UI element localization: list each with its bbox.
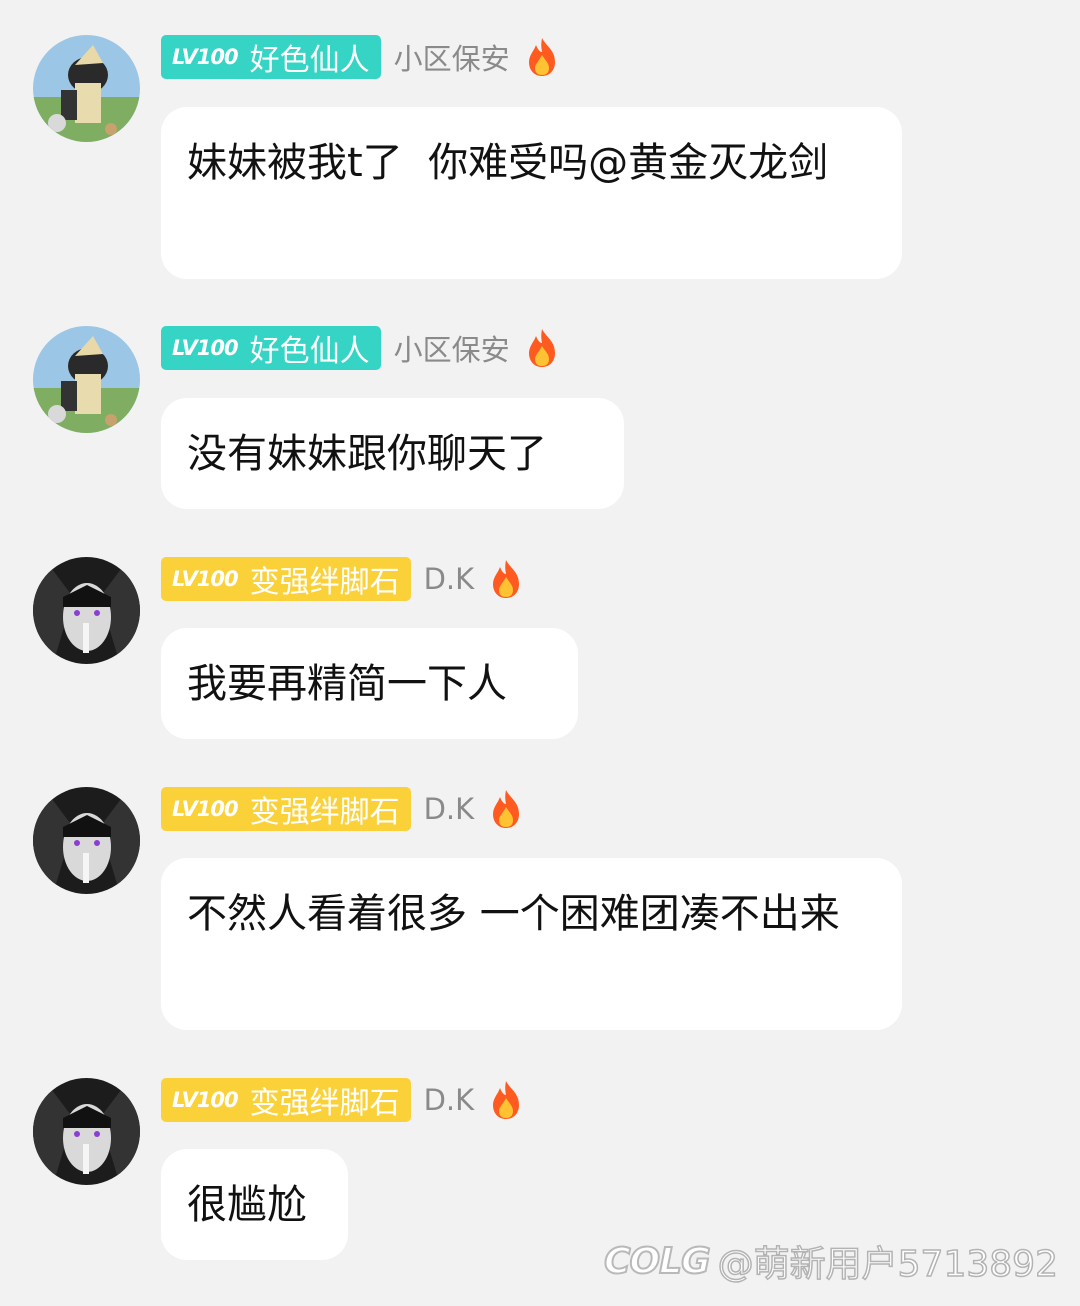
- fire-icon: [493, 560, 520, 598]
- anime-character-avatar-icon: [33, 35, 140, 142]
- message-bubble[interactable]: 妹妹被我t了 你难受吗@黄金灭龙剑: [161, 107, 902, 279]
- message-bubble[interactable]: 很尴尬: [161, 1149, 348, 1260]
- message-bubble[interactable]: 没有妹妹跟你聊天了: [161, 398, 624, 509]
- user-avatar[interactable]: [33, 35, 140, 142]
- message-header: LV100 好色仙人 小区保安: [161, 326, 560, 370]
- watermark-text: @萌新用户5713892: [717, 1243, 1059, 1286]
- fire-icon: [528, 38, 555, 76]
- badge-level: LV100: [172, 45, 239, 69]
- message-bubble[interactable]: 不然人看着很多 一个困难团凑不出来: [161, 858, 902, 1030]
- user-level-badge: LV100 变强绊脚石: [161, 1078, 411, 1122]
- watermark: COLG @萌新用户5713892: [603, 1236, 1059, 1286]
- badge-title: 变强绊脚石: [249, 1086, 400, 1121]
- badge-title: 好色仙人: [249, 334, 370, 369]
- user-level-badge: LV100 变强绊脚石: [161, 787, 411, 831]
- fire-icon: [528, 329, 555, 367]
- anime-character-avatar-icon: [33, 326, 140, 433]
- username[interactable]: D.K: [424, 562, 475, 596]
- fire-icon: [493, 1081, 520, 1119]
- fire-icon: [493, 790, 520, 828]
- user-level-badge: LV100 好色仙人: [161, 35, 381, 79]
- message-header: LV100 变强绊脚石 D.K: [161, 787, 524, 831]
- user-level-badge: LV100 变强绊脚石: [161, 557, 411, 601]
- badge-title: 变强绊脚石: [249, 795, 400, 830]
- user-level-badge: LV100 好色仙人: [161, 326, 381, 370]
- badge-level: LV100: [172, 1088, 239, 1112]
- user-avatar[interactable]: [33, 1078, 140, 1185]
- message-bubble[interactable]: 我要再精简一下人: [161, 628, 578, 739]
- badge-title: 变强绊脚石: [249, 565, 400, 600]
- colg-logo: COLG: [603, 1240, 712, 1283]
- message-header: LV100 好色仙人 小区保安: [161, 35, 560, 79]
- badge-level: LV100: [172, 567, 239, 591]
- user-avatar[interactable]: [33, 557, 140, 664]
- dark-anime-character-avatar-icon: [33, 557, 140, 664]
- dark-anime-character-avatar-icon: [33, 1078, 140, 1185]
- dark-anime-character-avatar-icon: [33, 787, 140, 894]
- user-avatar[interactable]: [33, 787, 140, 894]
- badge-level: LV100: [172, 797, 239, 821]
- badge-level: LV100: [172, 336, 239, 360]
- username[interactable]: D.K: [424, 792, 475, 826]
- username[interactable]: 小区保安: [394, 327, 510, 369]
- badge-title: 好色仙人: [249, 43, 370, 78]
- message-header: LV100 变强绊脚石 D.K: [161, 557, 524, 601]
- username[interactable]: D.K: [424, 1083, 475, 1117]
- username[interactable]: 小区保安: [394, 36, 510, 78]
- message-header: LV100 变强绊脚石 D.K: [161, 1078, 524, 1122]
- user-avatar[interactable]: [33, 326, 140, 433]
